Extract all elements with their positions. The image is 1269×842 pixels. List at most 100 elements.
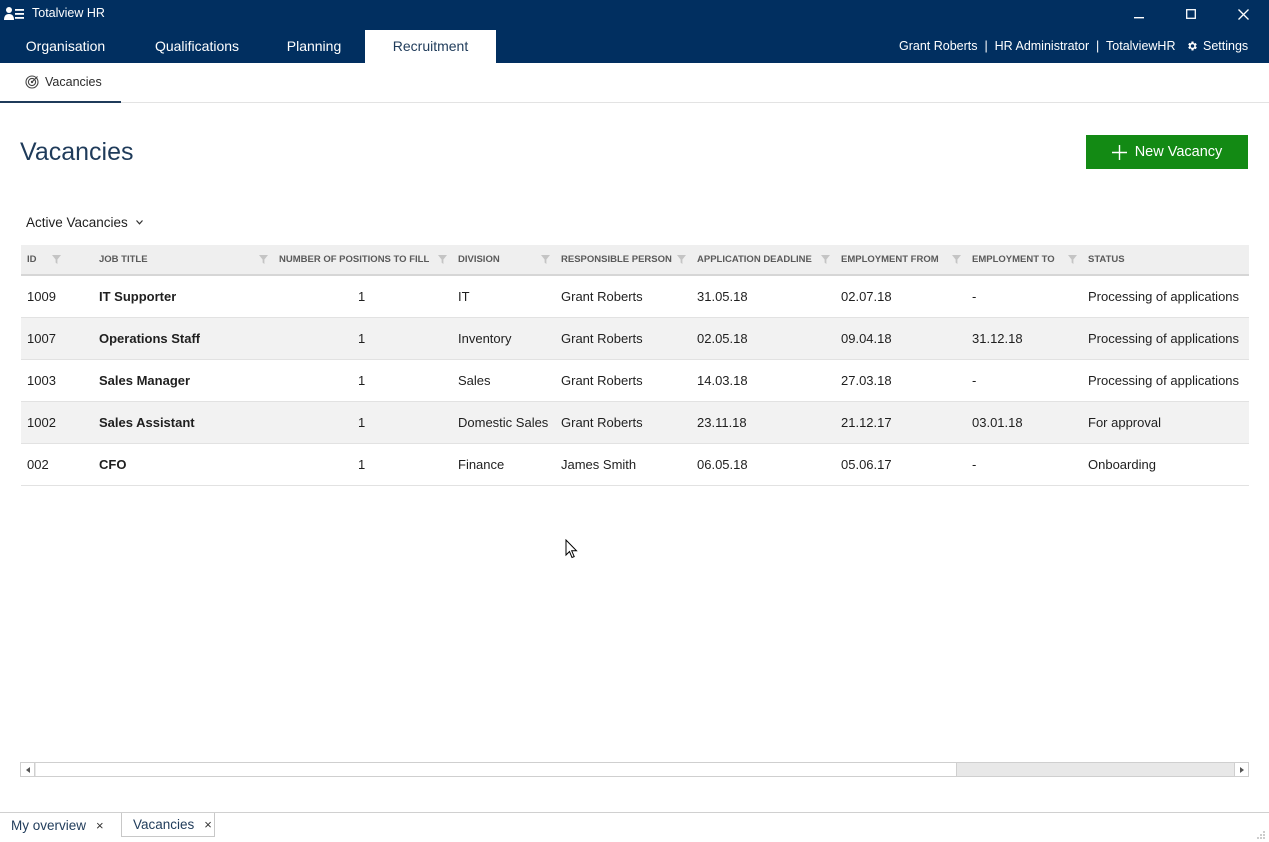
cell-job-title: Sales Assistant (99, 415, 195, 430)
column-header-division[interactable]: DIVISION (458, 245, 500, 274)
table-row[interactable]: 1003 Sales Manager 1 Sales Grant Roberts… (21, 360, 1249, 402)
mouse-cursor-icon (565, 539, 578, 559)
menu-tab-planning[interactable]: Planning (263, 30, 365, 63)
grid-header: ID JOB TITLE NUMBER OF POSITIONS TO FILL… (21, 245, 1249, 276)
app-logo-icon (4, 7, 24, 20)
filter-icon[interactable] (1068, 255, 1077, 264)
cell-employment-from: 27.03.18 (841, 373, 892, 388)
close-icon[interactable]: × (96, 818, 104, 833)
column-header-id[interactable]: ID (27, 245, 37, 274)
cell-employment-to: - (972, 457, 977, 472)
column-header-status[interactable]: STATUS (1088, 245, 1125, 274)
cell-division: IT (458, 289, 470, 304)
cell-employment-to: - (972, 289, 977, 304)
cell-status: Processing of applications (1088, 331, 1240, 346)
column-header-positions[interactable]: NUMBER OF POSITIONS TO FILL (279, 245, 429, 274)
cell-positions: 1 (358, 415, 366, 430)
cell-employment-from: 02.07.18 (841, 289, 892, 304)
cell-positions: 1 (358, 331, 366, 346)
cell-job-title: IT Supporter (99, 289, 177, 304)
cell-positions: 1 (358, 289, 366, 304)
scroll-right-button[interactable] (1234, 763, 1248, 776)
new-vacancy-label: New Vacancy (1134, 144, 1223, 160)
maximize-button[interactable] (1165, 0, 1217, 28)
cell-status: Processing of applications (1088, 373, 1240, 388)
filter-icon[interactable] (438, 255, 447, 264)
title-bar: Totalview HR (0, 0, 1269, 28)
cell-positions: 1 (358, 373, 366, 388)
column-header-deadline[interactable]: APPLICATION DEADLINE (697, 245, 812, 274)
scroll-left-button[interactable] (21, 763, 35, 776)
subtab-vacancies[interactable]: Vacancies (0, 63, 121, 103)
document-tab-bar: My overview × Vacancies × (0, 812, 1269, 842)
page-title: Vacancies (20, 138, 134, 166)
arrow-right-icon (1239, 766, 1244, 773)
cell-employment-to: 31.12.18 (972, 331, 1023, 346)
cell-division: Sales (458, 373, 491, 388)
cell-responsible: James Smith (561, 457, 637, 472)
cell-status: Onboarding (1088, 457, 1156, 472)
chevron-down-icon (135, 220, 143, 225)
filter-icon[interactable] (259, 255, 268, 264)
filter-icon[interactable] (52, 255, 61, 264)
cell-id: 1007 (27, 331, 56, 346)
main-menu-bar: Organisation Qualifications Planning Rec… (0, 28, 1269, 63)
cell-employment-from: 05.06.17 (841, 457, 892, 472)
target-icon (25, 75, 39, 89)
scrollbar-thumb[interactable] (36, 763, 957, 776)
doc-tab-vacancies[interactable]: Vacancies × (121, 813, 215, 837)
doc-tab-label: Vacancies (133, 817, 195, 832)
close-window-button[interactable] (1217, 0, 1269, 28)
column-header-job-title[interactable]: JOB TITLE (99, 245, 148, 274)
filter-icon[interactable] (677, 255, 686, 264)
sub-navigation: Vacancies (0, 63, 1269, 103)
cell-job-title: Sales Manager (99, 373, 191, 388)
user-info[interactable]: Grant Roberts | HR Administrator | Total… (899, 39, 1176, 53)
window-title: Totalview HR (32, 6, 105, 20)
cell-status: Processing of applications (1088, 289, 1240, 304)
subtab-label: Vacancies (45, 75, 102, 89)
table-row[interactable]: 1007 Operations Staff 1 Inventory Grant … (21, 318, 1249, 360)
table-row[interactable]: 1009 IT Supporter 1 IT Grant Roberts 31.… (21, 276, 1249, 318)
cell-id: 1003 (27, 373, 56, 388)
new-vacancy-button[interactable]: New Vacancy (1086, 135, 1248, 169)
arrow-left-icon (25, 766, 30, 773)
cell-responsible: Grant Roberts (561, 331, 643, 346)
column-header-responsible[interactable]: RESPONSIBLE PERSON (561, 245, 672, 274)
filter-icon[interactable] (541, 255, 550, 264)
cell-responsible: Grant Roberts (561, 373, 643, 388)
cell-positions: 1 (358, 457, 366, 472)
gear-icon (1188, 41, 1197, 51)
settings-button[interactable]: Settings (1186, 39, 1248, 53)
minimize-button[interactable] (1113, 0, 1165, 28)
table-row[interactable]: 002 CFO 1 Finance James Smith 06.05.18 0… (21, 444, 1249, 486)
filter-icon[interactable] (952, 255, 961, 264)
cell-id: 1002 (27, 415, 56, 430)
cell-division: Domestic Sales (458, 415, 549, 430)
cell-employment-to: - (972, 373, 977, 388)
vacancy-filter-dropdown[interactable]: Active Vacancies (26, 215, 143, 230)
cell-responsible: Grant Roberts (561, 415, 643, 430)
table-row[interactable]: 1002 Sales Assistant 1 Domestic Sales Gr… (21, 402, 1249, 444)
horizontal-scrollbar[interactable] (20, 762, 1249, 777)
cell-division: Inventory (458, 331, 512, 346)
doc-tab-my-overview[interactable]: My overview × (0, 813, 115, 837)
filter-icon[interactable] (821, 255, 830, 264)
cell-employment-to: 03.01.18 (972, 415, 1023, 430)
menu-tab-qualifications[interactable]: Qualifications (131, 30, 263, 63)
menu-tab-organisation[interactable]: Organisation (0, 30, 131, 63)
cell-job-title: CFO (99, 457, 127, 472)
cell-responsible: Grant Roberts (561, 289, 643, 304)
cell-deadline: 02.05.18 (697, 331, 748, 346)
column-header-employment-from[interactable]: EMPLOYMENT FROM (841, 245, 939, 274)
cell-deadline: 14.03.18 (697, 373, 748, 388)
close-icon (1237, 8, 1249, 20)
filter-label: Active Vacancies (26, 215, 128, 230)
settings-label: Settings (1203, 39, 1249, 53)
close-icon[interactable]: × (204, 817, 212, 832)
menu-tab-recruitment[interactable]: Recruitment (365, 30, 496, 63)
resize-grip-icon[interactable] (1256, 830, 1266, 840)
column-header-employment-to[interactable]: EMPLOYMENT TO (972, 245, 1055, 274)
cell-deadline: 23.11.18 (697, 415, 747, 430)
cell-id: 002 (27, 457, 49, 472)
